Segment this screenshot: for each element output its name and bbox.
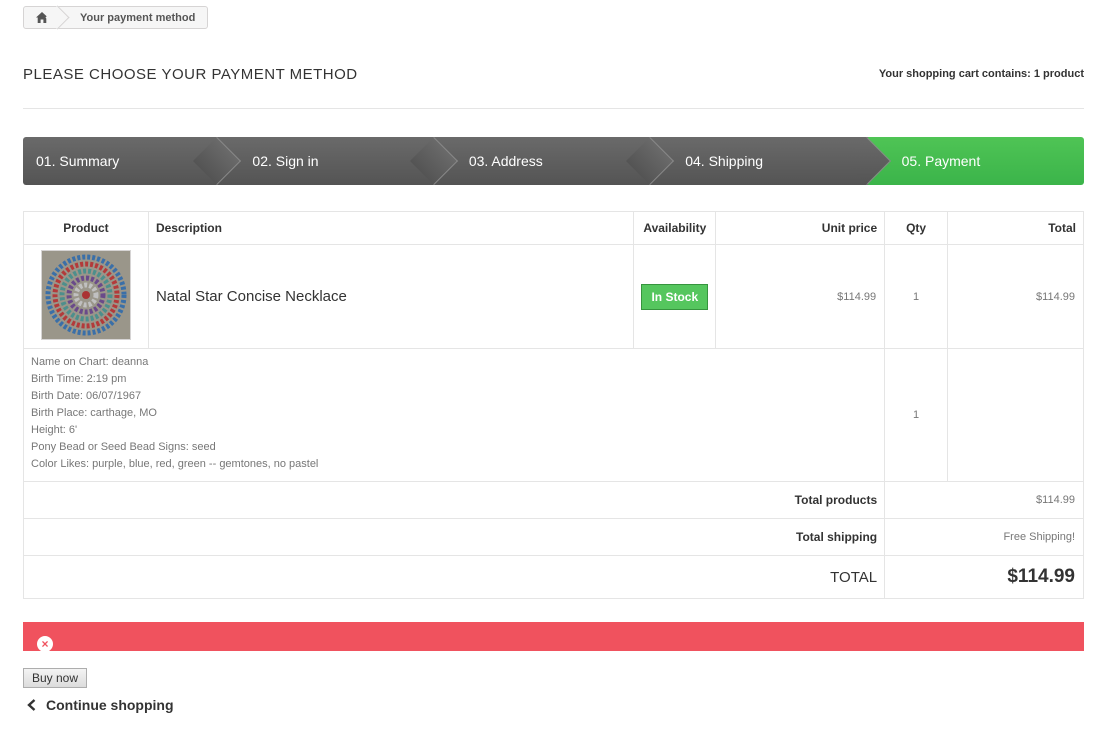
customization-details: Name on Chart: deanna Birth Time: 2:19 p… — [22, 348, 886, 482]
item-qty: 1 — [884, 244, 949, 349]
heading-divider — [23, 108, 1084, 109]
column-header-product: Product — [23, 211, 149, 245]
breadcrumb: Your payment method — [23, 5, 209, 30]
availability-cell: In Stock — [633, 244, 717, 349]
grand-total-row: TOTAL $114.99 — [22, 555, 1084, 599]
error-circle-icon: × — [37, 636, 53, 651]
step-address[interactable]: 03. Address — [434, 137, 675, 185]
customization-line: Birth Date: 06/07/1967 — [31, 390, 142, 402]
column-header-unit-price: Unit price — [715, 211, 886, 245]
error-alert: × — [23, 622, 1084, 651]
column-header-total: Total — [947, 211, 1084, 245]
column-header-qty: Qty — [884, 211, 949, 245]
total-shipping-value: Free Shipping! — [884, 518, 1084, 556]
table-header-row: Product Description Availability Unit pr… — [23, 211, 1084, 245]
step-payment: 05. Payment — [867, 137, 1084, 185]
breadcrumb-separator — [45, 5, 70, 30]
customization-line: Birth Time: 2:19 pm — [31, 373, 127, 385]
page-title: PLEASE CHOOSE YOUR PAYMENT METHOD — [23, 66, 358, 83]
total-products-label: Total products — [22, 481, 886, 519]
necklace-image — [41, 251, 130, 339]
step-sign-in[interactable]: 02. Sign in — [218, 137, 458, 185]
total-products-row: Total products $114.99 — [22, 481, 1084, 519]
step-label: 02. Sign in — [252, 153, 319, 169]
customization-line: Name on Chart: deanna — [31, 356, 149, 368]
step-shipping[interactable]: 04. Shipping — [651, 137, 891, 185]
item-total: $114.99 — [947, 244, 1084, 349]
customization-total — [947, 348, 1084, 482]
unit-price: $114.99 — [715, 244, 886, 349]
continue-shopping-label: Continue shopping — [46, 697, 174, 713]
total-products-value: $114.99 — [884, 481, 1084, 519]
step-summary[interactable]: 01. Summary — [23, 137, 242, 185]
customization-qty: 1 — [884, 348, 949, 482]
step-label: 03. Address — [468, 153, 543, 169]
customization-line: Birth Place: carthage, MO — [31, 407, 157, 419]
grand-total-value: $114.99 — [884, 555, 1084, 599]
breadcrumb-current: Your payment method — [80, 11, 196, 24]
chevron-left-icon — [27, 699, 36, 711]
product-thumbnail[interactable] — [40, 250, 131, 340]
total-shipping-row: Total shipping Free Shipping! — [22, 518, 1084, 556]
product-name[interactable]: Natal Star Concise Necklace — [147, 244, 635, 349]
product-image-cell — [23, 244, 149, 349]
continue-shopping-link[interactable]: Continue shopping — [25, 697, 174, 713]
breadcrumb-home-link[interactable] — [24, 5, 70, 30]
cart-table: Product Description Availability Unit pr… — [22, 211, 1084, 599]
step-label: 04. Shipping — [685, 153, 764, 169]
column-header-description: Description — [147, 211, 635, 245]
total-shipping-label: Total shipping — [22, 518, 886, 556]
customization-row: Name on Chart: deanna Birth Time: 2:19 p… — [22, 348, 1084, 482]
cart-summary: Your shopping cart contains: 1 product — [878, 68, 1084, 80]
checkout-steps: 01. Summary 02. Sign in 03. Address 04. … — [23, 137, 1084, 185]
grand-total-label: TOTAL — [22, 555, 886, 599]
column-header-availability: Availability — [633, 211, 717, 245]
step-label: 01. Summary — [36, 153, 120, 169]
in-stock-badge: In Stock — [641, 283, 709, 310]
customization-line: Color Likes: purple, blue, red, green --… — [31, 458, 319, 470]
step-label: 05. Payment — [901, 153, 981, 169]
customization-line: Pony Bead or Seed Bead Signs: seed — [31, 441, 216, 453]
customization-line: Height: 6' — [31, 424, 78, 436]
table-row: Natal Star Concise Necklace In Stock $11… — [23, 244, 1084, 349]
buy-now-button[interactable]: Buy now — [23, 668, 88, 688]
